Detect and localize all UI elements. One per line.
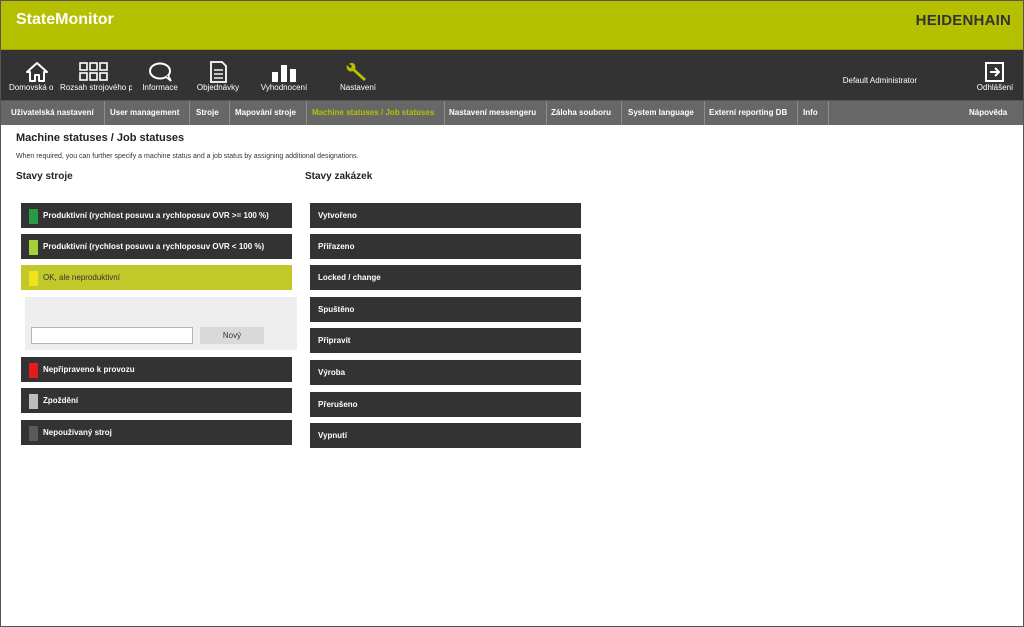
machine-state-productive-reduced[interactable]: Produktivní (rychlost posuvu a rychlopos… [21, 234, 292, 259]
new-substatus-input[interactable] [31, 327, 193, 344]
home-icon [26, 62, 48, 82]
page-description: When required, you can further specify a… [16, 153, 359, 160]
logout-label: Odhlášení [976, 83, 1014, 92]
chat-bubble-icon [149, 62, 172, 82]
new-substatus-button[interactable]: Nový [200, 327, 264, 344]
tab-machine-mapping[interactable]: Mapování stroje [225, 101, 307, 125]
app-window: StateMonitor HEIDENHAIN Domovská obrazov… [0, 0, 1024, 627]
document-icon [210, 61, 227, 83]
nav-machine-park-label: Rozsah strojového parku [60, 83, 132, 92]
job-state-label: Připravit [318, 336, 351, 345]
job-state-started[interactable]: Spuštěno [310, 297, 581, 322]
job-state-shutdown[interactable]: Vypnutí [310, 423, 581, 448]
machine-state-label: Produktivní (rychlost posuvu a rychlopos… [43, 242, 265, 251]
substatus-editor: Nový [25, 297, 297, 350]
job-state-label: Přerušeno [318, 400, 358, 409]
job-state-label: Spuštěno [318, 305, 355, 314]
tab-user-management[interactable]: User management [100, 101, 191, 125]
tab-system-language[interactable]: System language [618, 101, 705, 125]
job-state-interrupted[interactable]: Přerušeno [310, 392, 581, 417]
status-color-swatch [29, 240, 38, 255]
settings-tabs: Uživatelská nastavení User management St… [1, 100, 1023, 125]
bar-chart-icon [272, 65, 296, 82]
status-color-swatch [29, 209, 38, 224]
job-state-label: Locked / change [318, 273, 381, 282]
tab-user-settings[interactable]: Uživatelská nastavení [1, 101, 105, 125]
logout-icon [985, 62, 1004, 82]
nav-machine-park[interactable]: Rozsah strojového parku [58, 50, 132, 100]
machine-state-label: Nepoužívaný stroj [43, 428, 112, 437]
machine-state-label: OK, ale neproduktivní [43, 273, 120, 282]
nav-settings[interactable]: Nastavení [322, 50, 394, 100]
tab-info[interactable]: Info [793, 101, 829, 125]
job-state-label: Vytvořeno [318, 211, 357, 220]
nav-orders-label: Objednávky [196, 83, 240, 92]
job-state-label: Přiřazeno [318, 242, 355, 251]
page-title: Machine statuses / Job statuses [16, 132, 185, 144]
job-states-heading: Stavy zakázek [305, 171, 373, 182]
machine-state-productive-full[interactable]: Produktivní (rychlost posuvu a rychlopos… [21, 203, 292, 228]
nav-home-label: Domovská obrazovka [9, 83, 53, 92]
machine-state-label: Nepřipraveno k provozu [43, 365, 135, 374]
machine-state-label: Zpoždění [43, 396, 79, 405]
status-color-swatch [29, 271, 38, 286]
brand-logo: HEIDENHAIN [915, 12, 1011, 29]
main-nav: Domovská obrazovka Rozsah strojového par… [1, 50, 1023, 100]
job-state-assigned[interactable]: Přiřazeno [310, 234, 581, 259]
nav-evaluation-label: Vyhodnocení [260, 83, 308, 92]
machine-state-delay[interactable]: Zpoždění [21, 388, 292, 413]
job-state-locked-change[interactable]: Locked / change [310, 265, 581, 290]
nav-evaluation[interactable]: Vyhodnocení [248, 50, 320, 100]
machine-states-heading: Stavy stroje [16, 171, 73, 182]
status-color-swatch [29, 426, 38, 441]
logout-button[interactable]: Odhlášení [959, 50, 1023, 100]
app-title: StateMonitor [16, 11, 114, 28]
job-state-production[interactable]: Výroba [310, 360, 581, 385]
wrench-icon [346, 62, 366, 81]
machine-state-not-ready[interactable]: Nepřipraveno k provozu [21, 357, 292, 382]
job-state-prepare[interactable]: Připravit [310, 328, 581, 353]
tab-machine-job-statuses[interactable]: Machine statuses / Job statuses [302, 101, 446, 125]
job-state-label: Vypnutí [318, 431, 348, 440]
machine-state-ok-unproductive[interactable]: OK, ale neproduktivní [21, 265, 292, 290]
tab-external-reporting-db[interactable]: Externí reporting DB [699, 101, 799, 125]
nav-settings-label: Nastavení [339, 83, 377, 92]
machine-state-unused[interactable]: Nepoužívaný stroj [21, 420, 292, 445]
machine-state-label: Produktivní (rychlost posuvu a rychlopos… [43, 211, 269, 220]
tab-machines[interactable]: Stroje [186, 101, 230, 125]
current-user: Default Administrator [842, 76, 917, 85]
job-state-created[interactable]: Vytvořeno [310, 203, 581, 228]
tab-file-backup[interactable]: Záloha souboru [541, 101, 622, 125]
main-content: Machine statuses / Job statuses When req… [1, 125, 1023, 626]
status-color-swatch [29, 363, 38, 378]
tab-messenger-settings[interactable]: Nastavení messengeru [439, 101, 548, 125]
status-color-swatch [29, 394, 38, 409]
grid-icon [79, 62, 108, 81]
help-link[interactable]: Nápověda [959, 101, 1017, 125]
nav-orders[interactable]: Objednávky [182, 50, 254, 100]
header-bar: StateMonitor HEIDENHAIN [1, 1, 1023, 50]
job-state-label: Výroba [318, 368, 346, 377]
